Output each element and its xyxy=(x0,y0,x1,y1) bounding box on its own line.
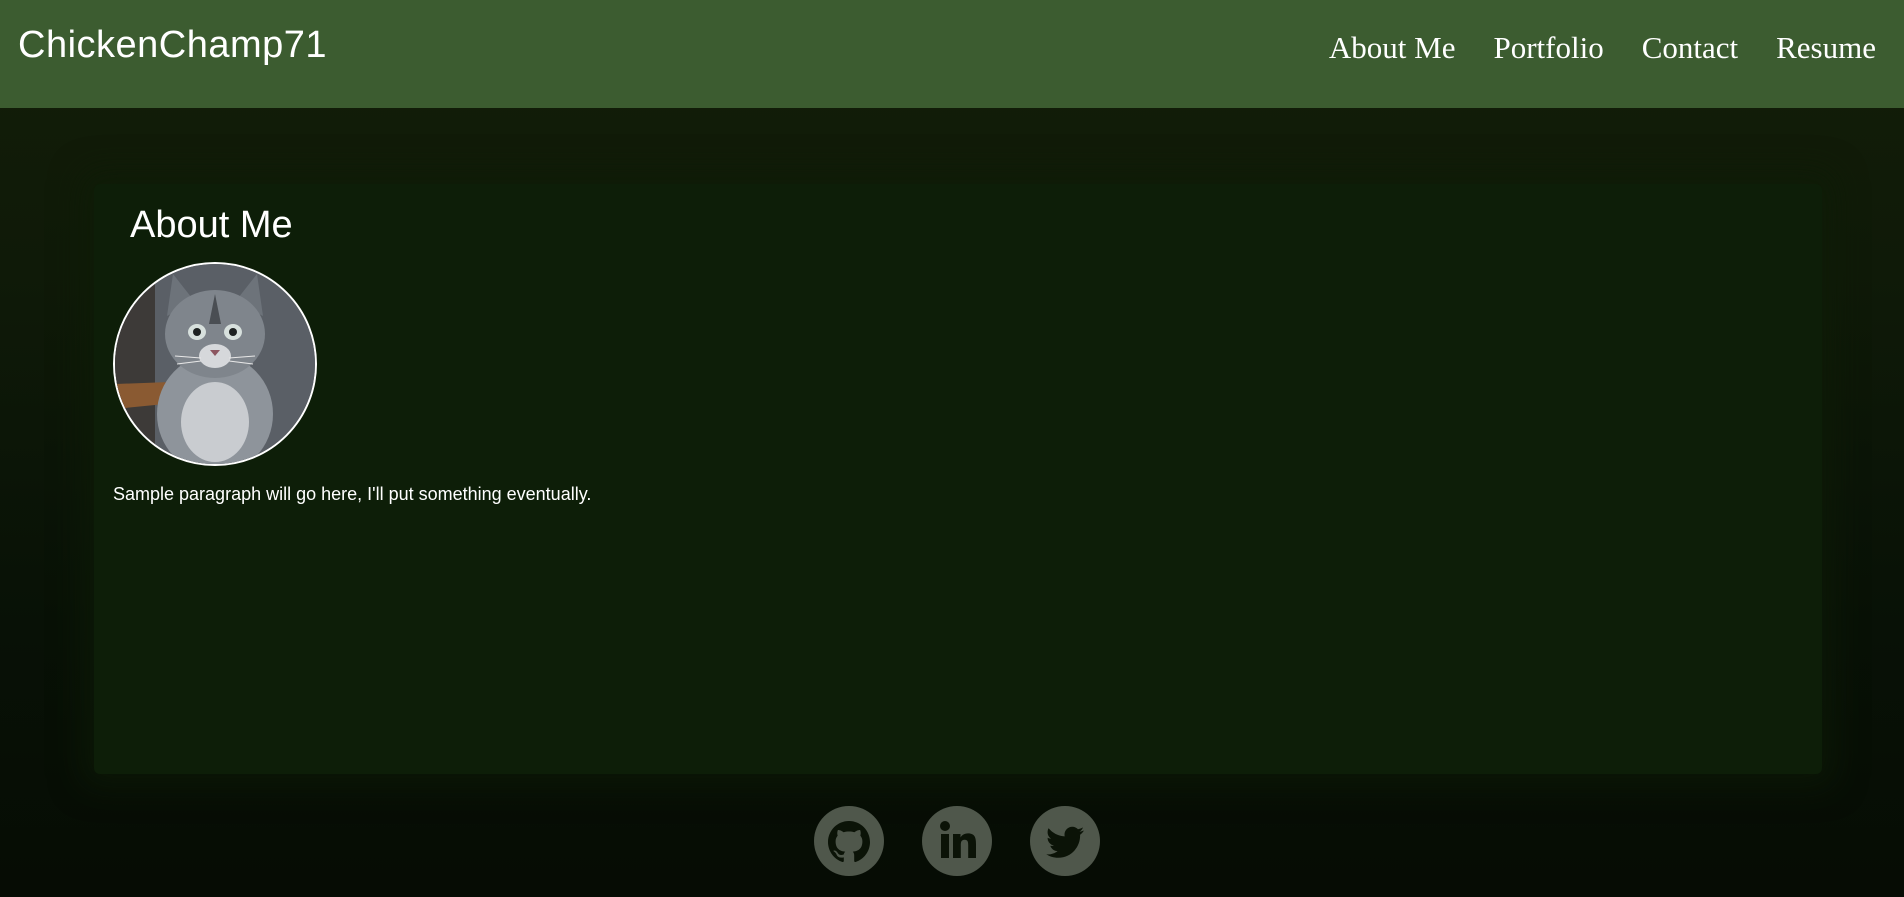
github-icon xyxy=(828,821,870,863)
about-paragraph: Sample paragraph will go here, I'll put … xyxy=(113,484,592,504)
nav-link-portfolio[interactable]: Portfolio xyxy=(1493,30,1603,66)
nav-link-resume[interactable]: Resume xyxy=(1776,30,1876,66)
kitten-image xyxy=(115,264,315,464)
about-title: About Me xyxy=(130,204,293,246)
nav-link-contact[interactable]: Contact xyxy=(1642,30,1738,66)
site-brand[interactable]: ChickenChamp71 xyxy=(18,24,327,67)
linkedin-icon xyxy=(940,821,976,858)
twitter-icon xyxy=(1046,826,1084,858)
linkedin-link[interactable] xyxy=(922,806,992,876)
github-link[interactable] xyxy=(814,806,884,876)
nav-link-about-me[interactable]: About Me xyxy=(1329,30,1456,66)
about-card: About Me Sample paragraph will go here, … xyxy=(94,184,1822,774)
site-header: ChickenChamp71 About Me Portfolio Contac… xyxy=(0,0,1904,108)
social-links xyxy=(814,806,1100,876)
avatar xyxy=(113,262,317,466)
main-nav: About Me Portfolio Contact Resume xyxy=(1329,30,1876,66)
twitter-link[interactable] xyxy=(1030,806,1100,876)
